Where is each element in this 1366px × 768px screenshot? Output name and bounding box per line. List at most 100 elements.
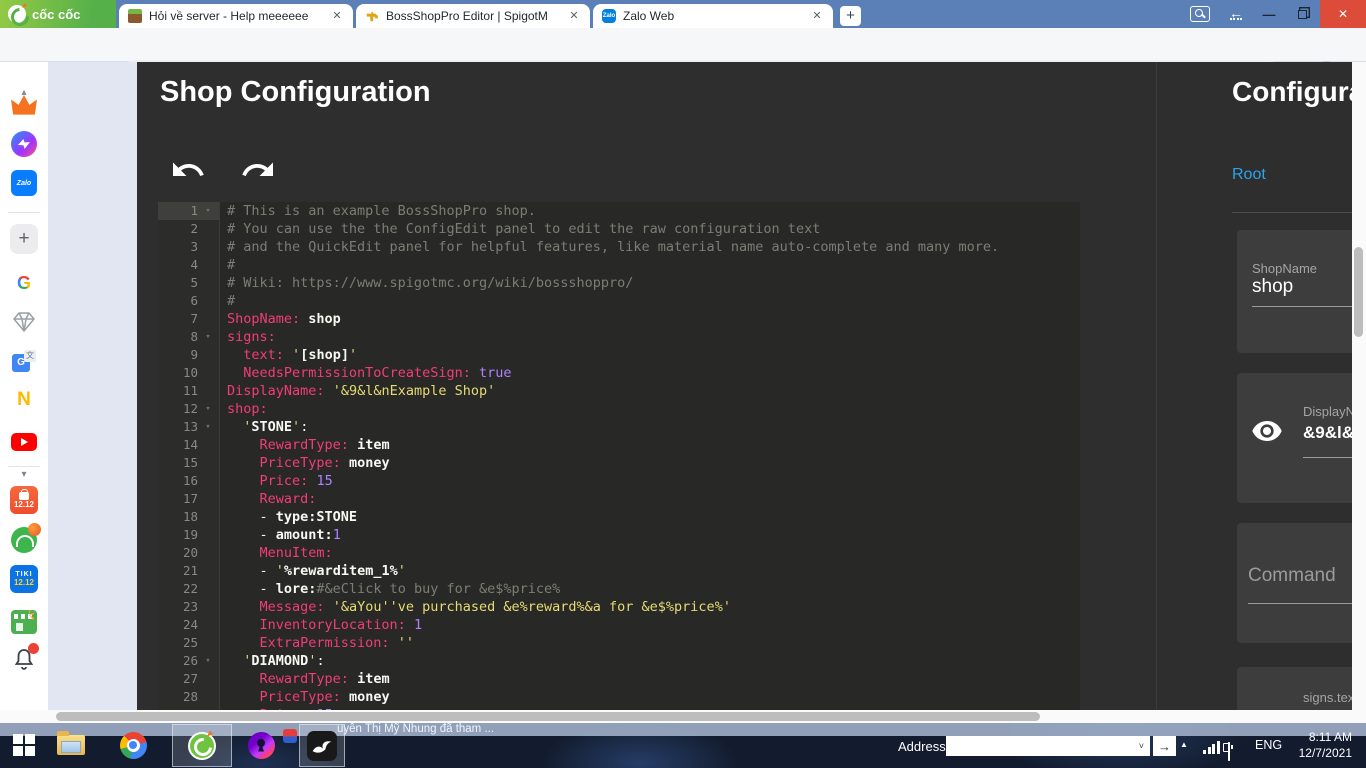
code-line[interactable]: 28 PriceType: money — [158, 688, 1080, 706]
code-line[interactable]: 12▾shop: — [158, 400, 1080, 418]
chrome-icon[interactable] — [118, 730, 148, 760]
code-line[interactable]: 23 Message: '&aYou''ve purchased &e%rewa… — [158, 598, 1080, 616]
scroll-down-chevron-icon[interactable]: ▾ — [10, 460, 38, 488]
code-line[interactable]: 15 PriceType: money — [158, 454, 1080, 472]
undo-button[interactable] — [170, 152, 208, 190]
fold-arrow-icon[interactable]: ▾ — [198, 418, 218, 436]
close-icon[interactable]: ✕ — [329, 8, 345, 24]
store-icon[interactable] — [10, 608, 38, 636]
code-line[interactable]: 14 RewardType: item — [158, 436, 1080, 454]
coccoc-taskbar-button[interactable] — [172, 724, 232, 767]
code-line[interactable]: 24 InventoryLocation: 1 — [158, 616, 1080, 634]
clock[interactable]: 8:11 AM 12/7/2021 — [1286, 729, 1352, 761]
code-line[interactable]: 22 - lore:#&eClick to buy for &e$%price% — [158, 580, 1080, 598]
line-number: 25 — [158, 634, 198, 652]
code-line[interactable]: 6# — [158, 292, 1080, 310]
new-tab-button[interactable]: + — [840, 6, 861, 26]
quick-back-button[interactable]: ← — [1222, 0, 1250, 28]
hidden-app-icon[interactable] — [283, 729, 297, 743]
tab-bossshoppro-editor[interactable]: BossShopPro Editor | SpigotM ✕ — [356, 4, 590, 28]
redo-button[interactable] — [240, 152, 278, 190]
zalo-icon[interactable]: Zalo — [10, 169, 38, 197]
fold-arrow-icon — [198, 634, 218, 652]
line-number: 2 — [158, 220, 198, 238]
fold-arrow-icon — [198, 580, 218, 598]
firefox-focus-icon[interactable] — [246, 730, 276, 760]
address-deskband-input[interactable]: ˅ — [946, 736, 1150, 756]
fold-arrow-icon[interactable]: ▾ — [198, 400, 218, 418]
shopee-sale-icon[interactable]: 12.12 — [10, 486, 38, 514]
line-number: 1 — [158, 202, 198, 220]
battery-plugged-icon[interactable] — [1228, 742, 1230, 761]
close-icon[interactable]: ✕ — [566, 8, 582, 24]
input-underline — [1303, 457, 1352, 458]
eye-icon[interactable] — [1251, 419, 1283, 448]
bird-app-taskbar-button[interactable] — [299, 724, 345, 767]
google-icon[interactable]: G — [10, 269, 38, 297]
screenshot-search-button[interactable] — [1186, 0, 1214, 28]
restore-button[interactable] — [1287, 0, 1317, 28]
root-breadcrumb-link[interactable]: Root — [1232, 166, 1266, 184]
code-line[interactable]: 16 Price: 15 — [158, 472, 1080, 490]
code-line[interactable]: 19 - amount:1 — [158, 526, 1080, 544]
youtube-icon[interactable] — [10, 428, 38, 456]
field-label: DisplayName — [1303, 404, 1352, 419]
code-line[interactable]: 20 MenuItem: — [158, 544, 1080, 562]
vertical-scrollbar-thumb[interactable] — [1354, 247, 1363, 337]
network-signal-icon[interactable] — [1203, 741, 1220, 754]
start-button[interactable] — [9, 730, 39, 760]
tiki-sale-icon[interactable]: TIKI12.12 — [10, 565, 38, 593]
code-line[interactable]: 11DisplayName: '&9&l&nExample Shop' — [158, 382, 1080, 400]
code-line[interactable]: 8▾signs: — [158, 328, 1080, 346]
fold-arrow-icon[interactable]: ▾ — [198, 652, 218, 670]
tab-title: BossShopPro Editor | SpigotM — [386, 9, 559, 23]
line-number: 24 — [158, 616, 198, 634]
sports-game-icon[interactable] — [10, 526, 38, 554]
notification-bell-icon[interactable] — [10, 646, 38, 674]
address-go-button[interactable]: → — [1153, 736, 1176, 756]
diamond-icon[interactable] — [10, 308, 38, 336]
code-line[interactable]: 7ShopName: shop — [158, 310, 1080, 328]
code-line[interactable]: 26▾ 'DIAMOND': — [158, 652, 1080, 670]
code-line[interactable]: 17 Reward: — [158, 490, 1080, 508]
horizontal-scrollbar-thumb[interactable] — [56, 712, 1040, 721]
code-line[interactable]: 9 text: '[shop]' — [158, 346, 1080, 364]
code-line[interactable]: 13▾ 'STONE': — [158, 418, 1080, 436]
close-window-button[interactable]: ✕ — [1320, 0, 1366, 28]
code-line[interactable]: 2# You can use the the ConfigEdit panel … — [158, 220, 1080, 238]
close-icon[interactable]: ✕ — [809, 8, 825, 24]
hot-crown-icon[interactable] — [10, 92, 38, 120]
tab-zalo-web[interactable]: Zalo Zalo Web ✕ — [593, 4, 833, 28]
vertical-scrollbar[interactable] — [1352, 62, 1366, 710]
minimize-button[interactable]: — — [1254, 0, 1284, 28]
line-number: 11 — [158, 382, 198, 400]
code-line[interactable]: 1▾# This is an example BossShopPro shop. — [158, 202, 1080, 220]
page-title: Shop Configuration — [160, 76, 431, 109]
file-explorer-icon[interactable] — [56, 730, 86, 760]
code-line[interactable]: 18 - type:STONE — [158, 508, 1080, 526]
config-code-editor[interactable]: 1▾# This is an example BossShopPro shop.… — [158, 202, 1080, 710]
horizontal-scrollbar[interactable] — [0, 710, 1366, 723]
add-shortcut-button[interactable]: + — [10, 225, 38, 253]
code-line[interactable]: 21 - '%rewarditem_1%' — [158, 562, 1080, 580]
tab-help-server[interactable]: Hỏi về server - Help meeeeee ✕ — [119, 4, 353, 28]
command-input[interactable]: Command — [1248, 565, 1336, 587]
shopname-input[interactable]: shop — [1252, 276, 1293, 298]
code-line[interactable]: 27 RewardType: item — [158, 670, 1080, 688]
fold-arrow-icon — [198, 382, 218, 400]
fold-arrow-icon[interactable]: ▾ — [198, 328, 218, 346]
code-line[interactable]: 3# and the QuickEdit panel for helpful f… — [158, 238, 1080, 256]
language-indicator[interactable]: ENG — [1255, 738, 1282, 752]
fold-arrow-icon — [198, 562, 218, 580]
code-line[interactable]: 5# Wiki: https://www.spigotmc.org/wiki/b… — [158, 274, 1080, 292]
displayname-input[interactable]: &9&l&nExample Shop — [1303, 423, 1352, 443]
dotted-underline-icon — [1230, 18, 1242, 20]
messenger-icon[interactable] — [10, 130, 38, 158]
code-line[interactable]: 25 ExtraPermission: '' — [158, 634, 1080, 652]
tray-expand-caret[interactable]: ▲ — [1180, 740, 1188, 749]
google-translate-icon[interactable]: G 文 — [10, 348, 38, 376]
fold-arrow-icon[interactable]: ▾ — [198, 202, 218, 220]
code-line[interactable]: 10 NeedsPermissionToCreateSign: true — [158, 364, 1080, 382]
code-line[interactable]: 4# — [158, 256, 1080, 274]
n-app-icon[interactable]: N — [10, 386, 38, 414]
